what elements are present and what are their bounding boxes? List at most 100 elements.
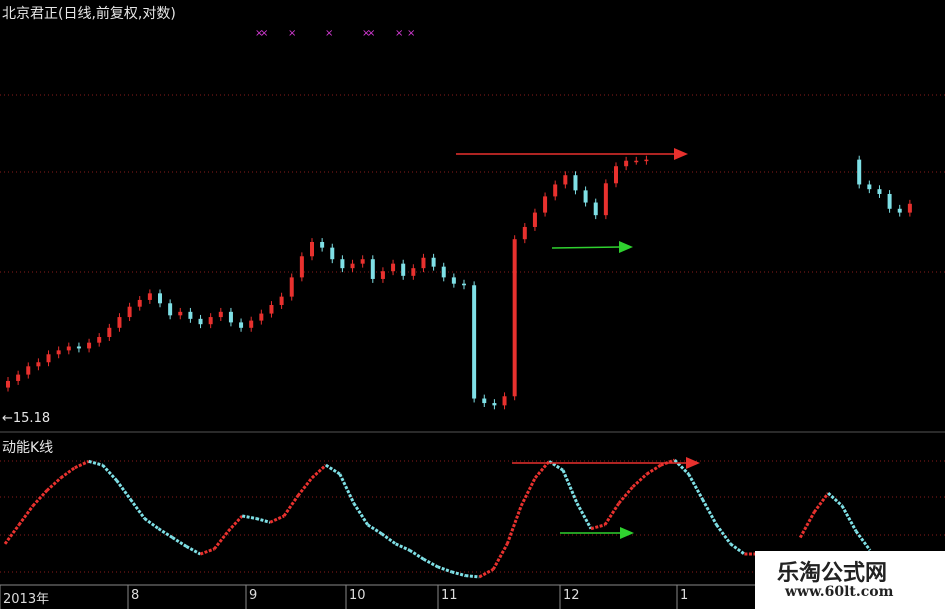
momentum-segment (701, 498, 718, 526)
candle-body (380, 271, 385, 279)
momentum-segment (3, 523, 21, 545)
momentum-segment (840, 505, 858, 532)
watermark: 乐淘公式网 www.60lt.com (755, 551, 945, 609)
candle-body (431, 257, 436, 267)
momentum-segment (115, 479, 132, 501)
momentum-segment (352, 502, 370, 526)
momentum-segment (59, 466, 76, 480)
momentum-segment (465, 574, 480, 579)
x-tick-label: 9 (249, 588, 258, 603)
momentum-segment (310, 464, 327, 479)
momentum-segment (812, 492, 830, 514)
momentum-k-line-series (3, 458, 872, 579)
watermark-url: www.60lt.com (785, 584, 894, 600)
arrow-head (686, 457, 700, 469)
candle-body (482, 398, 487, 404)
x-tick-label: 8 (131, 588, 140, 603)
candle-body (26, 366, 31, 375)
candle-body (36, 362, 41, 367)
candle-body (289, 277, 294, 297)
momentum-segment (338, 473, 356, 504)
candle-body (76, 346, 81, 349)
momentum-segment (617, 485, 634, 505)
momentum-segment (101, 464, 118, 482)
momentum-segment (143, 517, 160, 530)
candle-body (897, 208, 902, 213)
momentum-segment (157, 527, 174, 539)
signal-cross-marker: × (395, 28, 403, 39)
momentum-segment (519, 477, 537, 507)
candle-body (614, 166, 618, 184)
candle-body (249, 320, 254, 328)
momentum-segment (422, 557, 439, 569)
candle-body (97, 337, 102, 343)
momentum-segment (451, 570, 466, 578)
candle-body (624, 160, 629, 167)
candle-body (370, 259, 375, 279)
momentum-segment (729, 542, 746, 556)
candle-body (441, 266, 446, 278)
momentum-segment (74, 459, 90, 470)
momentum-segment (185, 545, 202, 556)
candle-body (239, 322, 244, 328)
momentum-segment (408, 548, 425, 561)
candle-body (188, 311, 193, 319)
momentum-segment (436, 565, 452, 574)
candle-body (593, 202, 598, 216)
momentum-segment (534, 460, 551, 479)
momentum-segment (478, 567, 495, 579)
candle-body (421, 257, 426, 269)
candle-body (56, 350, 61, 355)
chart-title: 北京君正(日线,前复权,对数) (2, 6, 176, 22)
candle-body (360, 259, 365, 264)
momentum-segment (17, 504, 35, 526)
candle-body (401, 263, 406, 276)
arrow-head (620, 527, 634, 539)
candle-body (6, 380, 10, 388)
momentum-segment (827, 491, 844, 507)
candle-body (320, 241, 325, 248)
momentum-segment (255, 517, 271, 524)
candle-body (492, 403, 497, 406)
candle-body (350, 263, 355, 269)
momentum-segment (88, 459, 104, 467)
candle-body (553, 184, 558, 197)
x-tick-label: 2013年 (3, 592, 50, 607)
momentum-segment (395, 542, 411, 552)
indicator-title: 动能K线 (2, 440, 54, 456)
candle-body (877, 189, 882, 194)
candle-body (603, 183, 608, 216)
candle-body (411, 268, 416, 276)
candle-body (462, 283, 466, 286)
candle-body (147, 293, 152, 300)
candle-body (583, 190, 588, 203)
candle-body (310, 241, 314, 257)
momentum-segment (715, 523, 732, 545)
momentum-segment (199, 547, 215, 556)
arrow-head (674, 148, 688, 160)
candle-body (532, 212, 537, 227)
momentum-segment (575, 502, 593, 530)
candle-body (87, 342, 92, 349)
candle-body (228, 311, 233, 323)
momentum-segment (687, 473, 704, 501)
x-tick-label: 12 (563, 588, 580, 603)
candle-body (563, 175, 568, 185)
candle-body (107, 327, 112, 338)
momentum-segment (269, 514, 285, 524)
candle-body (46, 354, 51, 363)
momentum-segment (241, 514, 257, 520)
momentum-segment (325, 463, 341, 476)
candle-body (279, 296, 284, 305)
momentum-segment (603, 502, 621, 526)
momentum-segment (366, 523, 383, 536)
x-tick-label: 11 (441, 588, 458, 603)
x-tick-label: 1 (680, 588, 689, 603)
candle-body (391, 263, 396, 272)
arrow-shaft (551, 246, 622, 249)
signal-cross-marker: × (288, 28, 296, 39)
momentum-segment (491, 543, 509, 571)
candle-body (867, 184, 872, 190)
signal-cross-marker: × (325, 28, 333, 39)
watermark-site-name: 乐淘公式网 (777, 561, 888, 586)
